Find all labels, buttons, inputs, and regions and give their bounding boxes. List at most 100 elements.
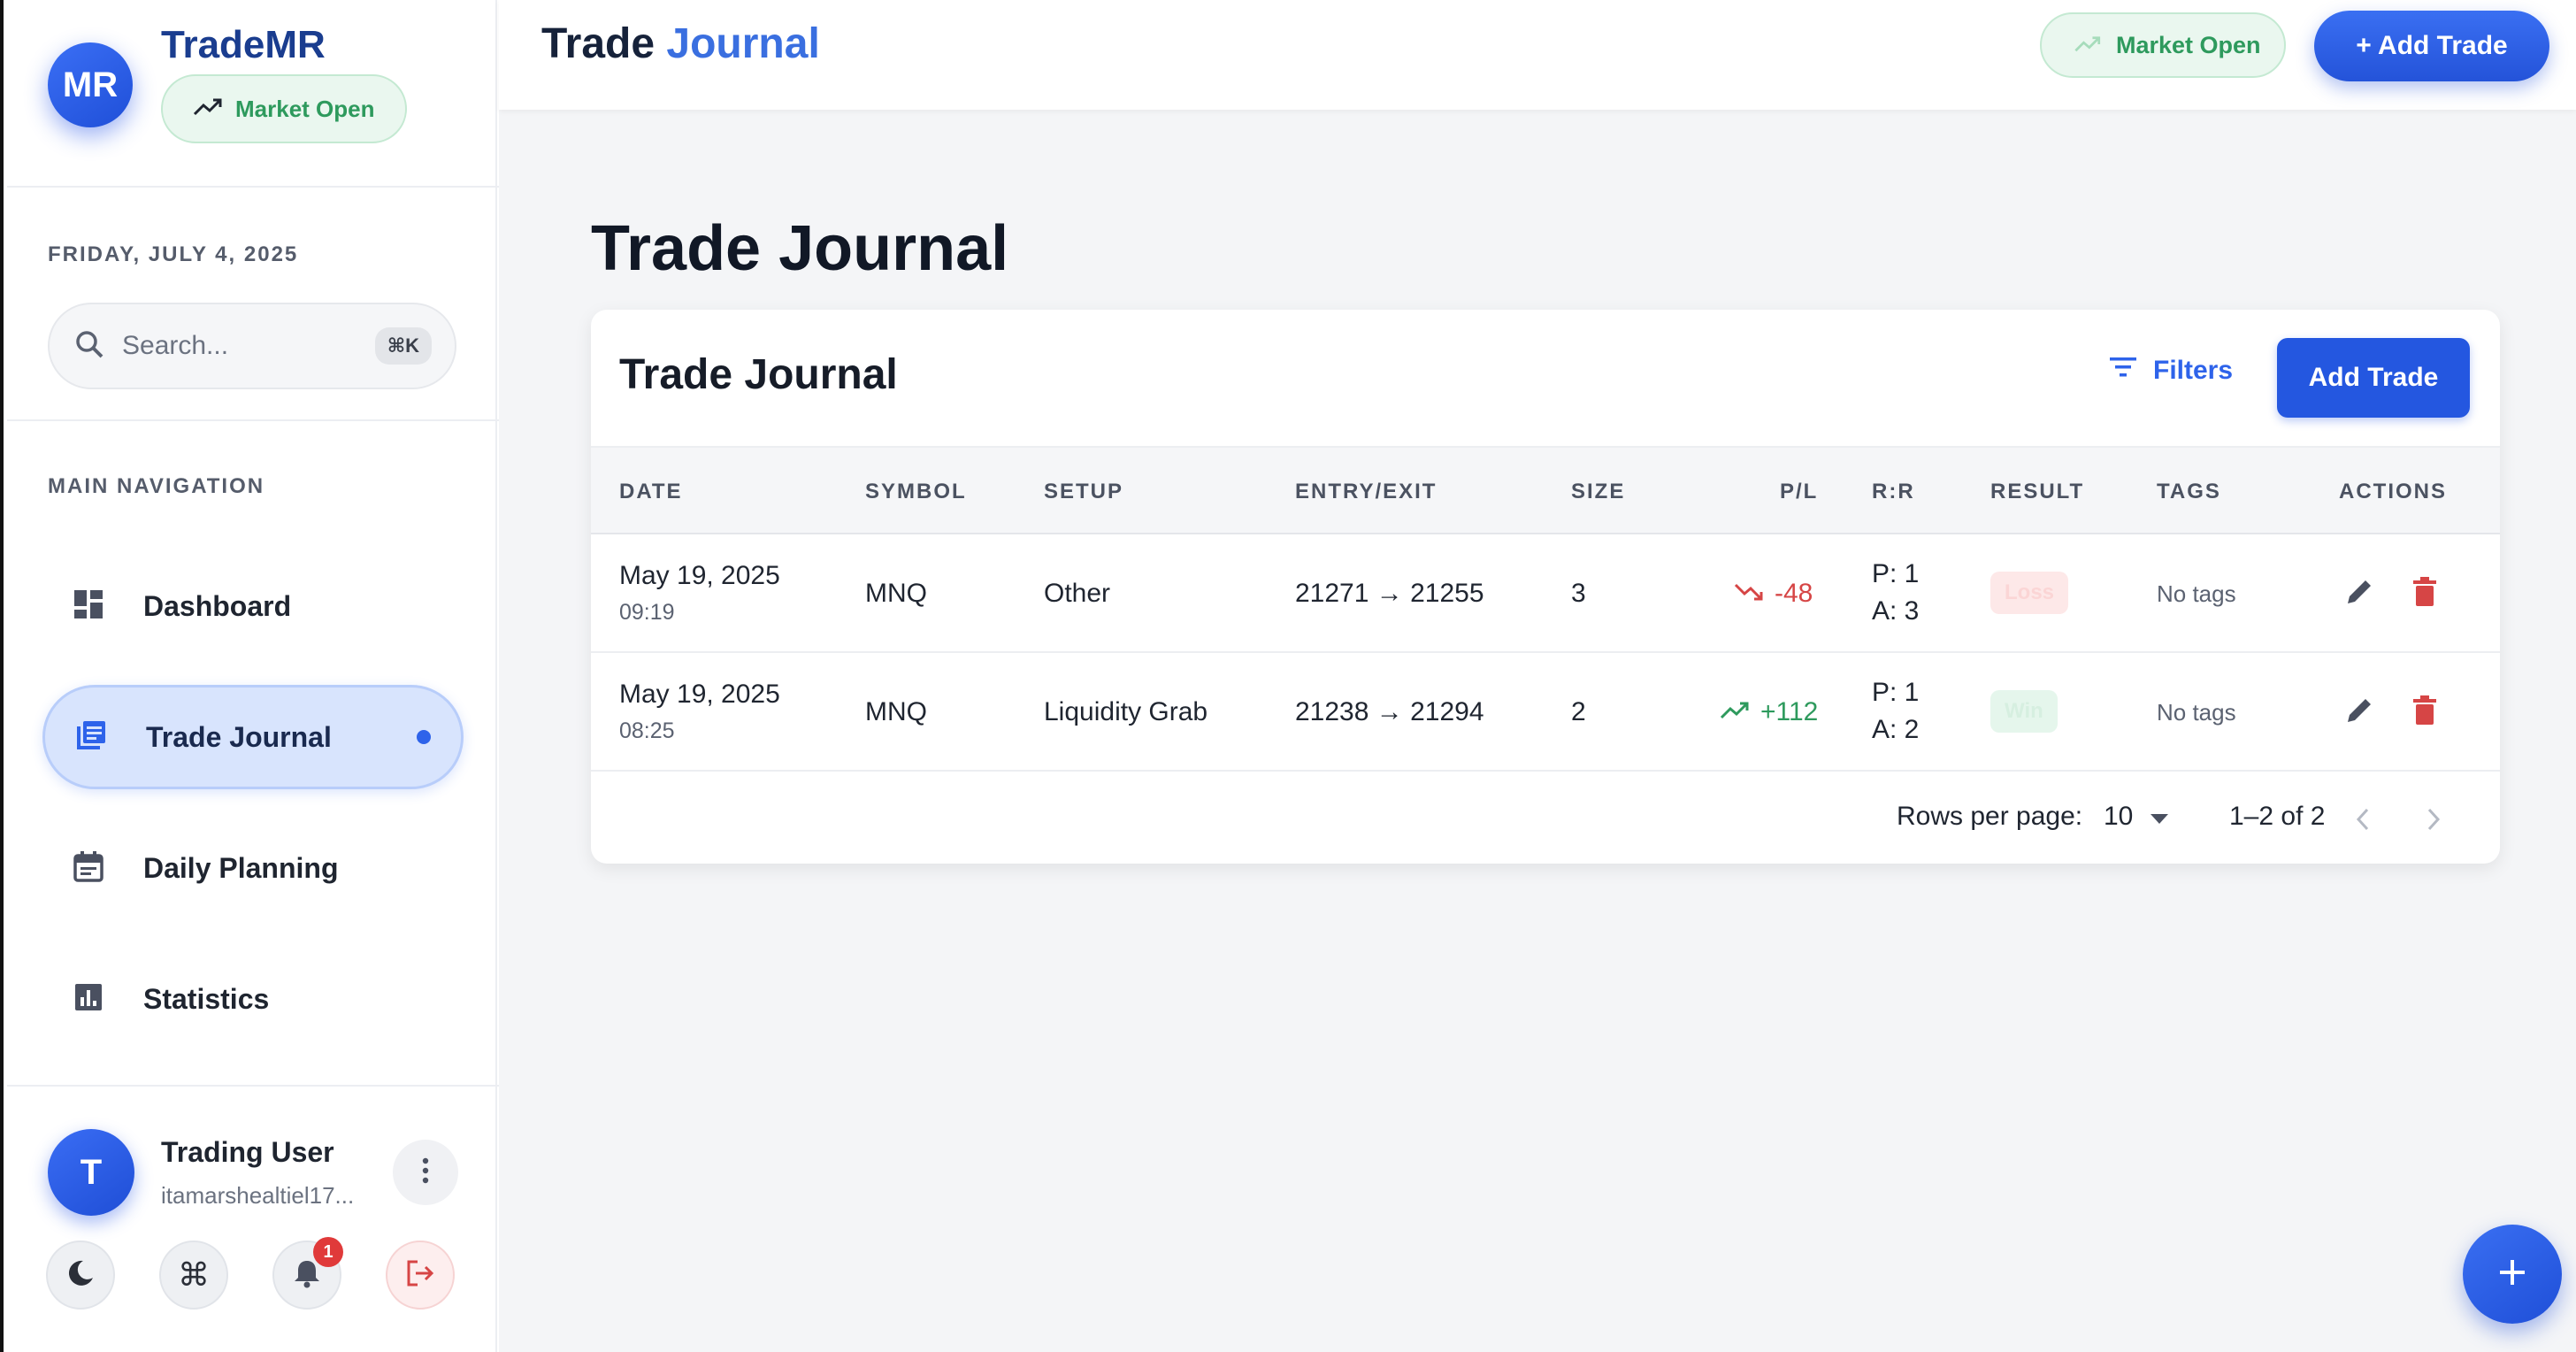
moon-icon xyxy=(65,1258,96,1293)
search-icon xyxy=(74,329,104,364)
logout-button[interactable] xyxy=(386,1241,455,1310)
command-palette-button[interactable]: ⌘ xyxy=(159,1241,228,1310)
search-input[interactable]: Search... ⌘K xyxy=(48,303,456,389)
add-trade-button[interactable]: + Add Trade xyxy=(2314,11,2549,81)
column-header-rr[interactable]: R:R xyxy=(1872,480,1915,504)
trending-up-icon xyxy=(2074,32,2102,59)
trash-icon xyxy=(2411,577,2438,613)
trade-tags: No tags xyxy=(2157,699,2236,726)
rows-per-page-label: Rows per page: xyxy=(1897,802,2083,831)
column-header-actions: ACTIONS xyxy=(2339,480,2447,503)
notifications-button[interactable]: 1 xyxy=(272,1237,343,1310)
user-name: Trading User xyxy=(161,1136,334,1168)
trade-setup: Liquidity Grab xyxy=(1044,697,1208,726)
edit-button[interactable] xyxy=(2344,577,2374,614)
column-header-entry-exit[interactable]: ENTRY/EXIT xyxy=(1295,480,1437,504)
add-trade-card-button[interactable]: Add Trade xyxy=(2277,338,2470,418)
card-title: Trade Journal xyxy=(619,351,898,398)
trending-down-icon xyxy=(1734,579,1764,609)
market-status-badge: Market Open xyxy=(2040,12,2286,78)
command-icon: ⌘ xyxy=(178,1256,210,1293)
filters-button[interactable]: Filters xyxy=(2109,356,2233,386)
column-header-date[interactable]: DATE xyxy=(619,480,683,504)
top-bar: Trade Journal Market Open + Add Trade xyxy=(499,0,2576,110)
calendar-icon xyxy=(73,850,104,887)
brand: MR TradeMR Market Open xyxy=(44,19,487,152)
trending-up-icon xyxy=(1720,697,1750,727)
column-header-symbol[interactable]: SYMBOL xyxy=(865,480,967,504)
trade-journal-card: Trade Journal Filters Add Trade DATE SYM… xyxy=(591,310,2500,864)
delete-button[interactable] xyxy=(2411,577,2438,614)
sidebar-item-trade-journal[interactable]: Trade Journal xyxy=(42,685,464,789)
trending-up-icon xyxy=(193,96,223,123)
theme-toggle-button[interactable] xyxy=(46,1241,115,1310)
trade-rr-actual: A: 3 xyxy=(1872,596,1920,626)
delete-button[interactable] xyxy=(2411,695,2438,733)
plus-icon xyxy=(2496,1256,2528,1293)
trade-entry-exit: 21271 → 21255 xyxy=(1295,579,1484,608)
caret-down-icon xyxy=(2150,802,2169,832)
trade-rr-planned: P: 1 xyxy=(1872,678,1920,707)
column-header-size[interactable]: SIZE xyxy=(1571,480,1625,504)
sidebar-item-label: Dashboard xyxy=(143,589,292,622)
dashboard-icon xyxy=(73,588,104,625)
floating-add-button[interactable] xyxy=(2463,1225,2562,1324)
column-header-setup[interactable]: SETUP xyxy=(1044,480,1123,504)
market-status-label: Market Open xyxy=(235,95,375,122)
trade-setup: Other xyxy=(1044,579,1111,608)
trade-size: 3 xyxy=(1571,579,1586,608)
trade-entry-exit: 21238 → 21294 xyxy=(1295,697,1484,726)
trade-pl: +112 xyxy=(1720,697,1818,727)
trade-symbol: MNQ xyxy=(865,697,927,726)
column-header-tags[interactable]: TAGS xyxy=(2157,480,2221,504)
trade-pl: -48 xyxy=(1734,579,1813,609)
sidebar-item-daily-planning[interactable]: Daily Planning xyxy=(42,816,464,920)
table-row[interactable]: May 19, 2025 08:25 MNQ Liquidity Grab 21… xyxy=(591,653,2500,772)
search-placeholder: Search... xyxy=(122,331,229,360)
main-content: Trade Journal Market Open + Add Trade Tr… xyxy=(499,0,2576,1352)
trade-symbol: MNQ xyxy=(865,579,927,608)
active-indicator xyxy=(417,730,431,744)
search-shortcut-badge: ⌘K xyxy=(374,327,432,365)
user-menu-button[interactable] xyxy=(393,1140,458,1205)
trade-size: 2 xyxy=(1571,697,1586,726)
pencil-icon xyxy=(2344,580,2374,613)
sidebar-item-label: Daily Planning xyxy=(143,851,339,884)
pagination-range: 1–2 of 2 xyxy=(2229,802,2326,831)
trade-time: 09:19 xyxy=(619,600,675,625)
column-header-pl[interactable]: P/L xyxy=(1780,480,1818,504)
table-header: DATE SYMBOL SETUP ENTRY/EXIT SIZE P/L R:… xyxy=(591,446,2500,534)
filters-label: Filters xyxy=(2153,356,2234,385)
divider xyxy=(7,1085,499,1087)
divider xyxy=(7,186,499,188)
logout-icon xyxy=(405,1258,435,1293)
sidebar-item-label: Trade Journal xyxy=(146,720,332,753)
trade-date: May 19, 2025 xyxy=(619,561,780,590)
user-email: itamarshealtiel17... xyxy=(161,1182,355,1209)
brand-logo[interactable]: MR xyxy=(48,42,133,127)
trade-rr-planned: P: 1 xyxy=(1872,559,1920,588)
user-avatar[interactable]: T xyxy=(48,1129,134,1216)
sidebar-item-dashboard[interactable]: Dashboard xyxy=(42,554,464,658)
trade-tags: No tags xyxy=(2157,580,2236,607)
trash-icon xyxy=(2411,695,2438,732)
rows-per-page-select[interactable]: 10 xyxy=(2104,802,2169,832)
sidebar-item-statistics[interactable]: Statistics xyxy=(42,947,464,1051)
pencil-icon xyxy=(2344,699,2374,732)
column-header-result[interactable]: RESULT xyxy=(1990,480,2084,504)
nav-section-title: MAIN NAVIGATION xyxy=(48,474,265,498)
divider xyxy=(7,419,499,421)
notification-count-badge: 1 xyxy=(313,1237,343,1267)
next-page-button[interactable] xyxy=(2426,807,2442,839)
filter-icon xyxy=(2109,356,2137,386)
trade-time: 08:25 xyxy=(619,718,675,743)
table-row[interactable]: May 19, 2025 09:19 MNQ Other 21271 → 212… xyxy=(591,534,2500,653)
market-status-badge: Market Open xyxy=(161,74,407,143)
previous-page-button[interactable] xyxy=(2355,807,2371,839)
edit-button[interactable] xyxy=(2344,695,2374,733)
chevron-left-icon xyxy=(2355,808,2371,838)
trade-date: May 19, 2025 xyxy=(619,680,780,709)
journal-icon xyxy=(75,719,107,756)
more-vertical-icon xyxy=(421,1157,430,1188)
chart-icon xyxy=(73,981,104,1018)
